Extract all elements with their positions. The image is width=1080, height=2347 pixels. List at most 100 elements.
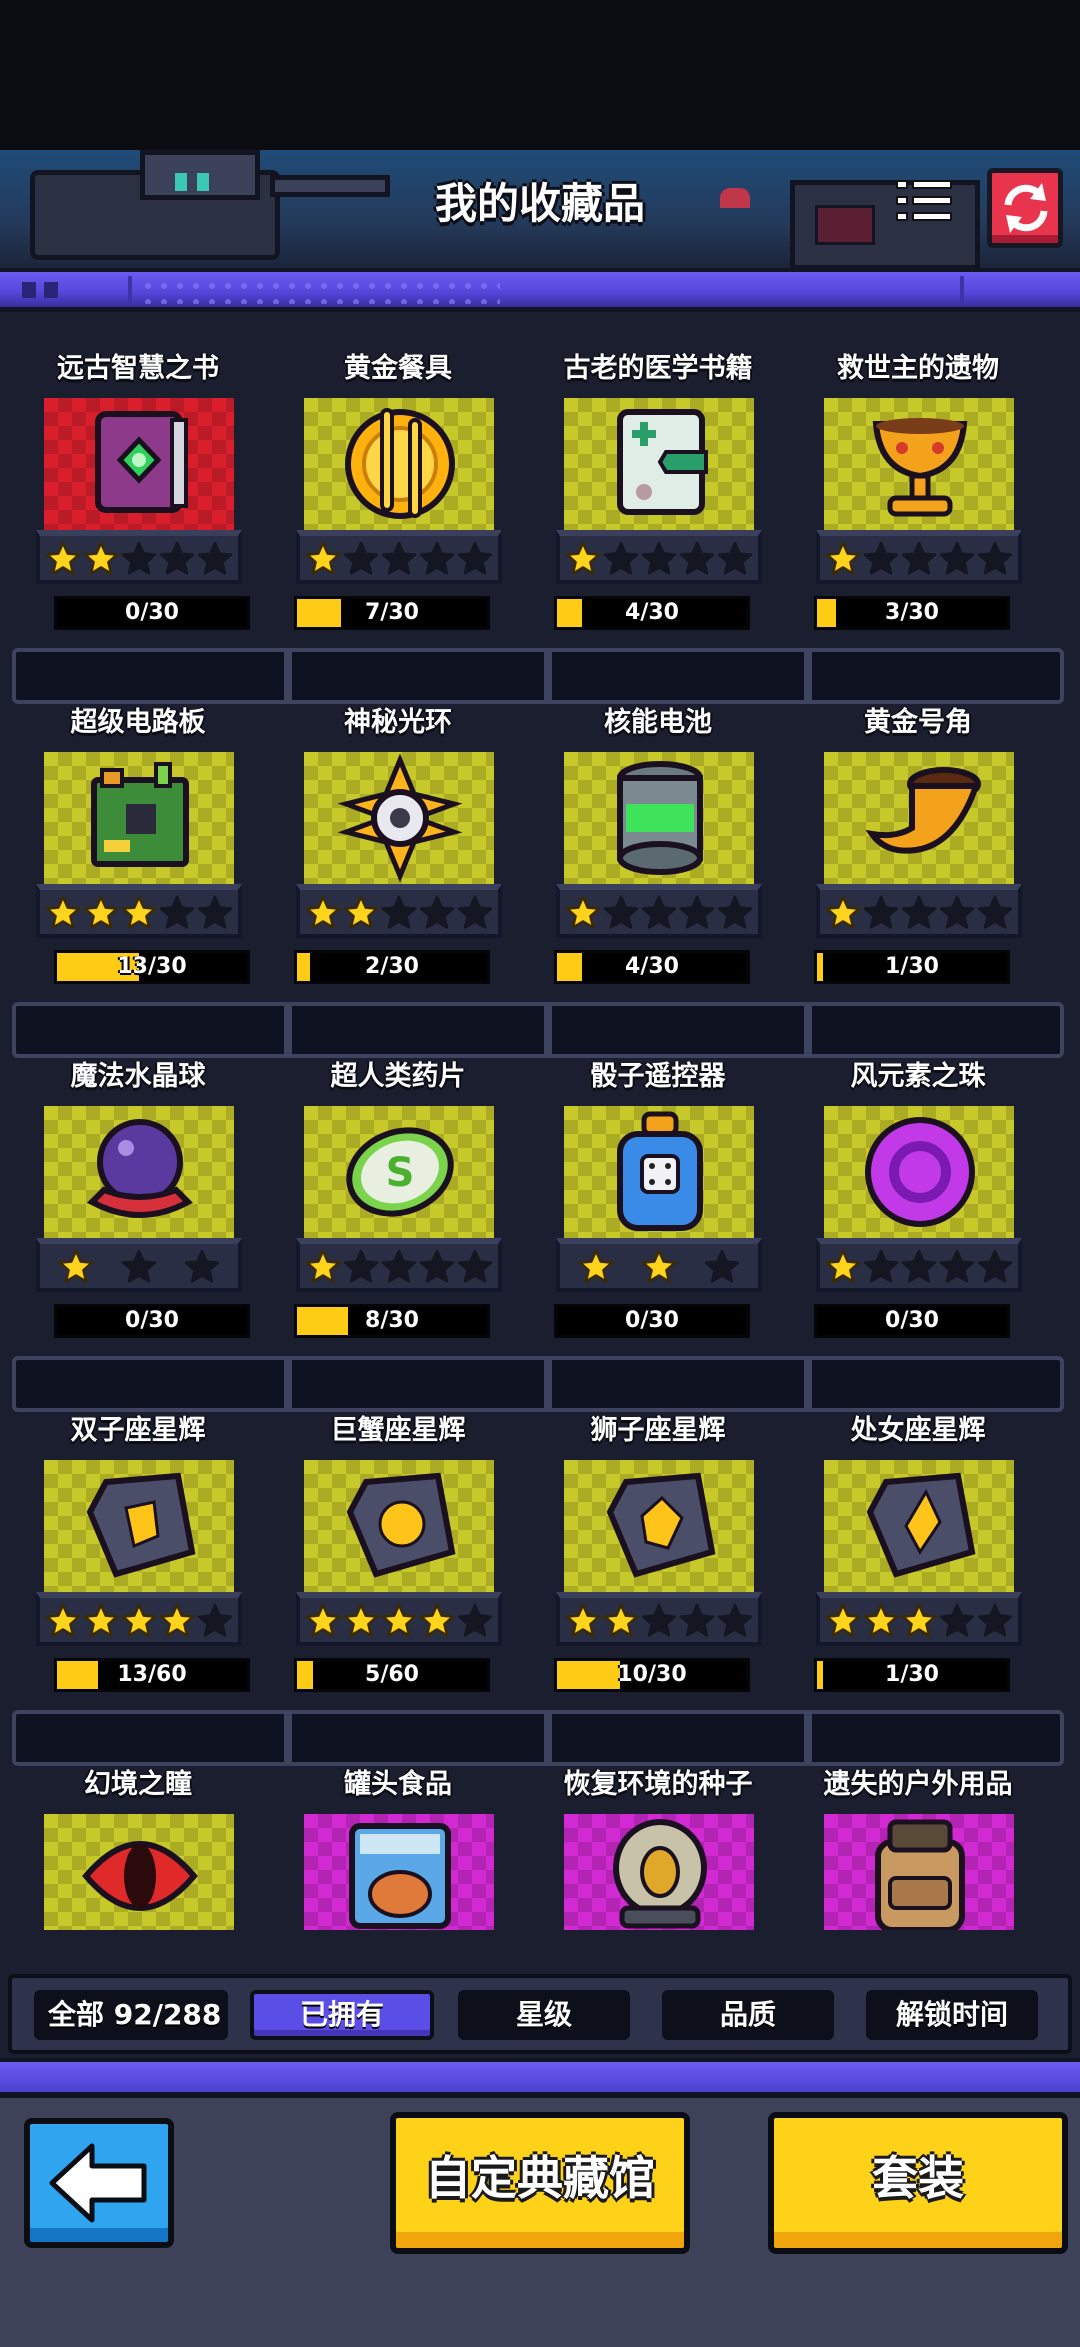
star-filled-icon [121,1603,157,1637]
collection-progress-bar: 8/30 [294,1304,490,1338]
list-view-icon[interactable] [896,180,952,228]
star-empty-icon [159,541,195,575]
collection-row-base [12,1710,1064,1766]
collectible-name: 救世主的遗物 [837,353,999,384]
collection-progress-bar: 0/30 [554,1304,750,1338]
collection-row-base [12,1356,1064,1412]
header-divider-strip [0,268,1080,312]
filter-quality-tab[interactable]: 品质 [662,1990,834,2040]
progress-text: 5/60 [365,1662,419,1687]
star-empty-icon [457,1603,493,1637]
collection-progress-bar: 0/30 [814,1304,1010,1338]
collection-progress-bar: 10/30 [554,1658,750,1692]
collectible-name: 核能电池 [604,707,712,738]
virgo-emblem-icon [856,1462,984,1590]
star-empty-icon [939,1603,975,1637]
total-count: 全部 92/288 [34,1990,228,2040]
star-empty-icon [381,541,417,575]
custom-museum-button[interactable]: 自定典藏馆 [390,2112,690,2254]
collectible-name: 双子座星辉 [70,1415,206,1446]
progress-text: 1/30 [885,954,939,979]
seed-capsule-icon [596,1812,724,1930]
collection-progress-bar: 3/30 [814,596,1010,630]
progress-text: 0/30 [125,1308,179,1333]
progress-text: 4/30 [625,600,679,625]
star-empty-icon [939,1249,975,1283]
progress-text: 1/30 [885,1662,939,1687]
star-empty-icon [901,895,937,929]
star-rating [36,530,242,584]
star-filled-icon [83,1603,119,1637]
collectible-name: 遗失的户外用品 [823,1769,1013,1800]
star-filled-icon [381,1603,417,1637]
star-empty-icon [121,541,157,575]
star-empty-icon [717,895,753,929]
circuit-board-icon [76,754,204,882]
star-filled-icon [603,1603,639,1637]
star-filled-icon [565,541,601,575]
star-rating [36,884,242,938]
collection-progress-bar: 1/30 [814,1658,1010,1692]
star-filled-icon [83,541,119,575]
star-filled-icon [578,1249,613,1283]
star-rating [556,1592,762,1646]
progress-text: 3/30 [885,600,939,625]
collectible-name: 超级电路板 [70,707,206,738]
collectible-name: 狮子座星辉 [590,1415,726,1446]
collectible-name: 黄金餐具 [344,353,452,384]
star-filled-icon [305,895,341,929]
star-empty-icon [457,1249,493,1283]
star-rating [36,1238,242,1292]
collection-grid: 远古智慧之书 0/30 黄金餐具 7/30 古老的医学书籍 4/30 救世主的遗物 3/30 超… [0,312,1080,1974]
star-empty-icon [901,1249,937,1283]
collection-row-base [12,1002,1064,1058]
star-filled-icon [825,541,861,575]
collectible-name: 骰子遥控器 [590,1061,726,1092]
collectible-name: 超人类药片 [330,1061,466,1092]
mystic-halo-icon [336,753,464,883]
star-empty-icon [977,895,1013,929]
filter-stars-tab[interactable]: 星级 [458,1990,630,2040]
progress-text: 13/30 [117,954,187,979]
filter-bar: 全部 92/288 已拥有 星级 品质 解锁时间 [0,1974,1080,2058]
star-rating [296,530,502,584]
footer-divider-strip [0,2058,1080,2098]
star-filled-icon [863,1603,899,1637]
backpack-icon [856,1812,984,1930]
collectible-name: 幻境之瞳 [84,1769,192,1800]
cancer-emblem-icon [336,1462,464,1590]
star-empty-icon [343,1249,379,1283]
star-rating [296,1592,502,1646]
star-empty-icon [197,541,233,575]
collectible-name: 恢复环境的种子 [563,1769,753,1800]
gemini-emblem-icon [76,1462,204,1590]
status-bar-area [0,0,1080,150]
star-filled-icon [83,895,119,929]
star-empty-icon [939,895,975,929]
star-rating [816,1592,1022,1646]
leo-emblem-icon [596,1462,724,1590]
progress-text: 10/30 [617,1662,687,1687]
illusion-eye-icon [76,1812,204,1930]
collectible-name: 远古智慧之书 [57,353,219,384]
star-empty-icon [641,1603,677,1637]
star-filled-icon [419,1603,455,1637]
filter-unlock-time-tab[interactable]: 解锁时间 [866,1990,1038,2040]
crystal-ball-icon [76,1108,204,1236]
star-empty-icon [457,541,493,575]
svg-text:S: S [386,1150,415,1196]
nuclear-battery-icon [596,754,724,882]
star-empty-icon [457,895,493,929]
star-filled-icon [45,1603,81,1637]
collectible-name: 魔法水晶球 [70,1061,206,1092]
star-filled-icon [343,895,379,929]
filter-owned-tab[interactable]: 已拥有 [250,1990,434,2040]
star-filled-icon [641,1249,677,1283]
star-empty-icon [679,895,715,929]
back-button[interactable] [24,2118,174,2248]
star-filled-icon [343,1603,379,1637]
star-rating [556,530,762,584]
collection-row-base [12,648,1064,704]
refresh-button[interactable] [987,168,1063,248]
set-button[interactable]: 套装 [768,2112,1068,2254]
